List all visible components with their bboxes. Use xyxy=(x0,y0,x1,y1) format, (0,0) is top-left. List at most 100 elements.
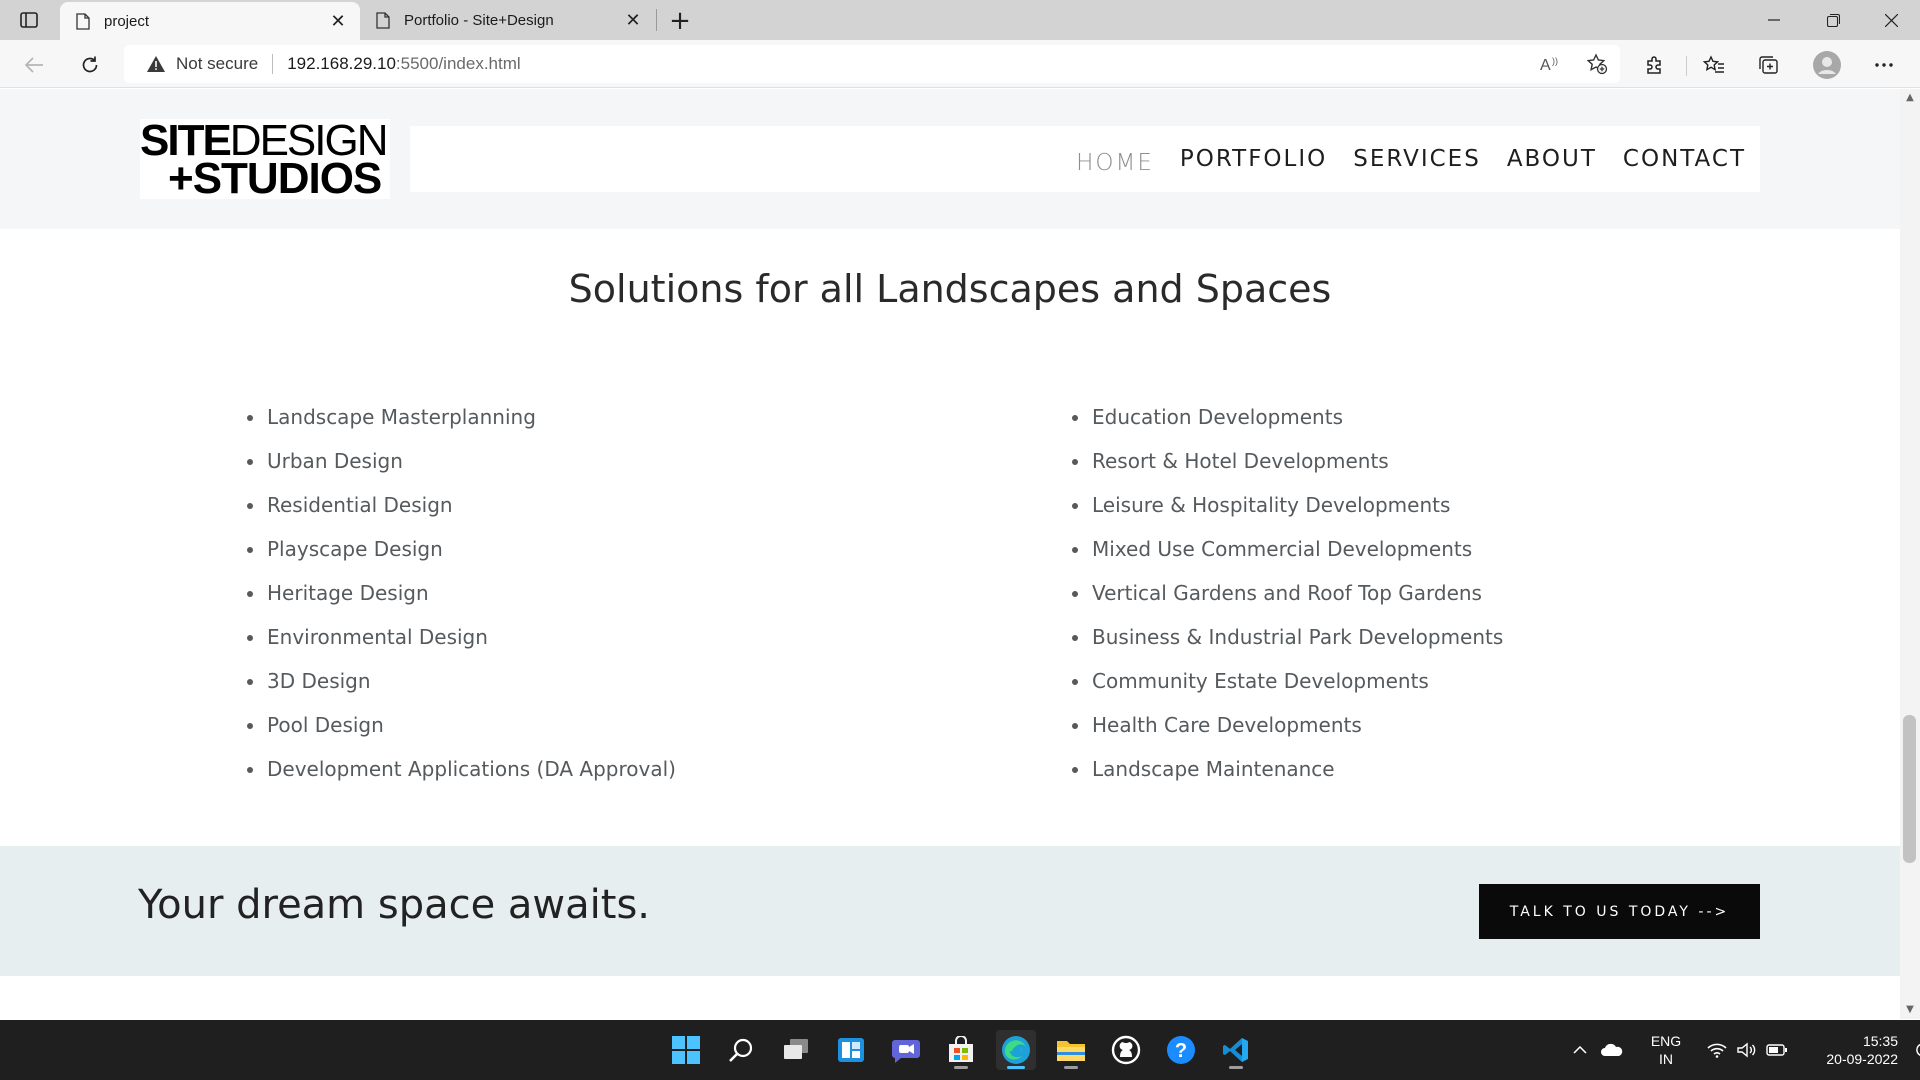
warning-icon[interactable] xyxy=(146,55,166,73)
list-item: Playscape Design xyxy=(241,527,676,571)
nav-portfolio[interactable]: PORTFOLIO xyxy=(1180,146,1327,172)
talk-to-us-button[interactable]: TALK TO US TODAY --> xyxy=(1479,884,1760,939)
search-icon[interactable] xyxy=(721,1030,761,1070)
profile-avatar-icon[interactable] xyxy=(1811,49,1843,81)
page-icon xyxy=(76,12,90,30)
address-bar-actions: A)) xyxy=(1528,45,1620,83)
site-header: SITEDESIGN +STUDIOS HOME PORTFOLIO SERVI… xyxy=(0,89,1900,229)
read-aloud-icon[interactable]: A)) xyxy=(1528,55,1574,73)
language-indicator[interactable]: ENG IN xyxy=(1646,1032,1686,1068)
running-indicator xyxy=(1007,1066,1025,1069)
list-item: Education Developments xyxy=(1066,395,1503,439)
store-icon[interactable] xyxy=(941,1030,981,1070)
cta-heading: Your dream space awaits. xyxy=(138,882,651,928)
nav-about[interactable]: ABOUT xyxy=(1507,146,1597,172)
scroll-up-icon[interactable]: ▲ xyxy=(1900,89,1920,105)
more-menu-icon[interactable] xyxy=(1868,49,1900,81)
tab-actions-icon[interactable] xyxy=(18,9,40,31)
scroll-thumb[interactable] xyxy=(1903,715,1916,863)
running-indicator xyxy=(954,1066,968,1069)
battery-icon[interactable] xyxy=(1762,1044,1792,1056)
restore-icon[interactable] xyxy=(1804,0,1862,40)
onedrive-icon[interactable] xyxy=(1592,1043,1632,1057)
list-item: Mixed Use Commercial Developments xyxy=(1066,527,1503,571)
list-item: Health Care Developments xyxy=(1066,703,1503,747)
list-item: Residential Design xyxy=(241,483,676,527)
file-explorer-icon[interactable] xyxy=(1051,1030,1091,1070)
list-item: Development Applications (DA Approval) xyxy=(241,747,676,791)
nav-container: HOME PORTFOLIO SERVICES ABOUT CONTACT xyxy=(410,126,1760,192)
nav-contact[interactable]: CONTACT xyxy=(1623,146,1746,172)
chevron-up-icon[interactable] xyxy=(1568,1046,1592,1054)
list-item: Business & Industrial Park Developments xyxy=(1066,615,1503,659)
language-line2: IN xyxy=(1659,1051,1673,1067)
system-tray: ENG IN 15:35 20-09-2022 xyxy=(1568,1020,1920,1080)
extensions-icon[interactable] xyxy=(1638,49,1670,81)
security-label[interactable]: Not secure xyxy=(176,54,258,74)
page-scrollbar[interactable] xyxy=(1900,89,1920,1019)
list-item: Leisure & Hospitality Developments xyxy=(1066,483,1503,527)
tab-title: Portfolio - Site+Design xyxy=(404,11,554,29)
favorites-icon[interactable] xyxy=(1698,49,1730,81)
logo-studios: +STUDIOS xyxy=(168,154,382,203)
address-bar[interactable]: Not secure 192.168.29.10:5500/index.html… xyxy=(124,45,1620,83)
add-favorite-icon[interactable] xyxy=(1574,53,1620,75)
close-tab-icon[interactable]: ✕ xyxy=(326,9,350,33)
tab-project[interactable]: project ✕ xyxy=(60,2,360,40)
new-tab-button[interactable]: + xyxy=(665,6,695,36)
scroll-down-icon[interactable]: ▼ xyxy=(1900,1001,1920,1017)
list-item: Community Estate Developments xyxy=(1066,659,1503,703)
taskbar: ? ENG IN 15:35 20-09-2022 xyxy=(0,1020,1920,1080)
task-view-icon[interactable] xyxy=(776,1030,816,1070)
close-tab-icon[interactable]: ✕ xyxy=(621,8,645,32)
page-icon xyxy=(376,11,390,29)
tab-title: project xyxy=(104,12,150,30)
clock[interactable]: 15:35 20-09-2022 xyxy=(1810,1032,1898,1068)
edge-icon[interactable] xyxy=(996,1030,1036,1070)
list-item: Environmental Design xyxy=(241,615,676,659)
list-item: Landscape Maintenance xyxy=(1066,747,1503,791)
url-path: :5500/index.html xyxy=(395,54,521,73)
tab-divider xyxy=(656,9,657,31)
help-icon[interactable]: ? xyxy=(1161,1030,1201,1070)
nav-services[interactable]: SERVICES xyxy=(1353,146,1481,172)
browser-toolbar: Not secure 192.168.29.10:5500/index.html… xyxy=(0,40,1920,88)
wifi-icon[interactable] xyxy=(1702,1042,1732,1058)
browser-tabstrip: project ✕ Portfolio - Site+Design ✕ + xyxy=(0,0,1920,40)
nav-home[interactable]: HOME xyxy=(1076,150,1154,176)
refresh-icon[interactable] xyxy=(74,49,106,81)
url-text[interactable]: 192.168.29.10:5500/index.html xyxy=(287,54,520,74)
svg-text:)): )) xyxy=(1552,56,1558,66)
collections-icon[interactable] xyxy=(1753,49,1785,81)
language-line1: ENG xyxy=(1650,1033,1682,1049)
clock-time: 15:35 xyxy=(1862,1033,1898,1049)
start-icon[interactable] xyxy=(666,1030,706,1070)
list-item: Heritage Design xyxy=(241,571,676,615)
url-host: 192.168.29.10 xyxy=(287,54,396,73)
running-indicator xyxy=(1229,1066,1243,1069)
address-divider xyxy=(272,54,274,74)
list-item: Resort & Hotel Developments xyxy=(1066,439,1503,483)
vscode-icon[interactable] xyxy=(1216,1030,1256,1070)
services-list-right: Education Developments Resort & Hotel De… xyxy=(1066,395,1503,791)
back-icon[interactable] xyxy=(18,49,50,81)
teams-chat-icon[interactable] xyxy=(886,1030,926,1070)
list-item: 3D Design xyxy=(241,659,676,703)
close-window-icon[interactable] xyxy=(1862,0,1920,40)
volume-icon[interactable] xyxy=(1732,1042,1762,1058)
list-item: Urban Design xyxy=(241,439,676,483)
cta-band: Your dream space awaits. TALK TO US TODA… xyxy=(0,846,1900,976)
svg-text:?: ? xyxy=(1175,1040,1187,1062)
site-logo[interactable]: SITEDESIGN +STUDIOS xyxy=(140,119,390,203)
notifications-icon[interactable] xyxy=(1904,1042,1920,1058)
tab-portfolio[interactable]: Portfolio - Site+Design ✕ xyxy=(360,0,655,40)
widgets-icon[interactable] xyxy=(831,1030,871,1070)
toolbar-divider xyxy=(1686,56,1687,76)
minimize-icon[interactable] xyxy=(1745,0,1803,40)
github-icon[interactable] xyxy=(1106,1030,1146,1070)
solutions-heading: Solutions for all Landscapes and Spaces xyxy=(568,267,1332,311)
running-indicator xyxy=(1064,1066,1078,1069)
list-item: Landscape Masterplanning xyxy=(241,395,676,439)
clock-date: 20-09-2022 xyxy=(1826,1051,1898,1067)
services-list-left: Landscape Masterplanning Urban Design Re… xyxy=(241,395,676,791)
